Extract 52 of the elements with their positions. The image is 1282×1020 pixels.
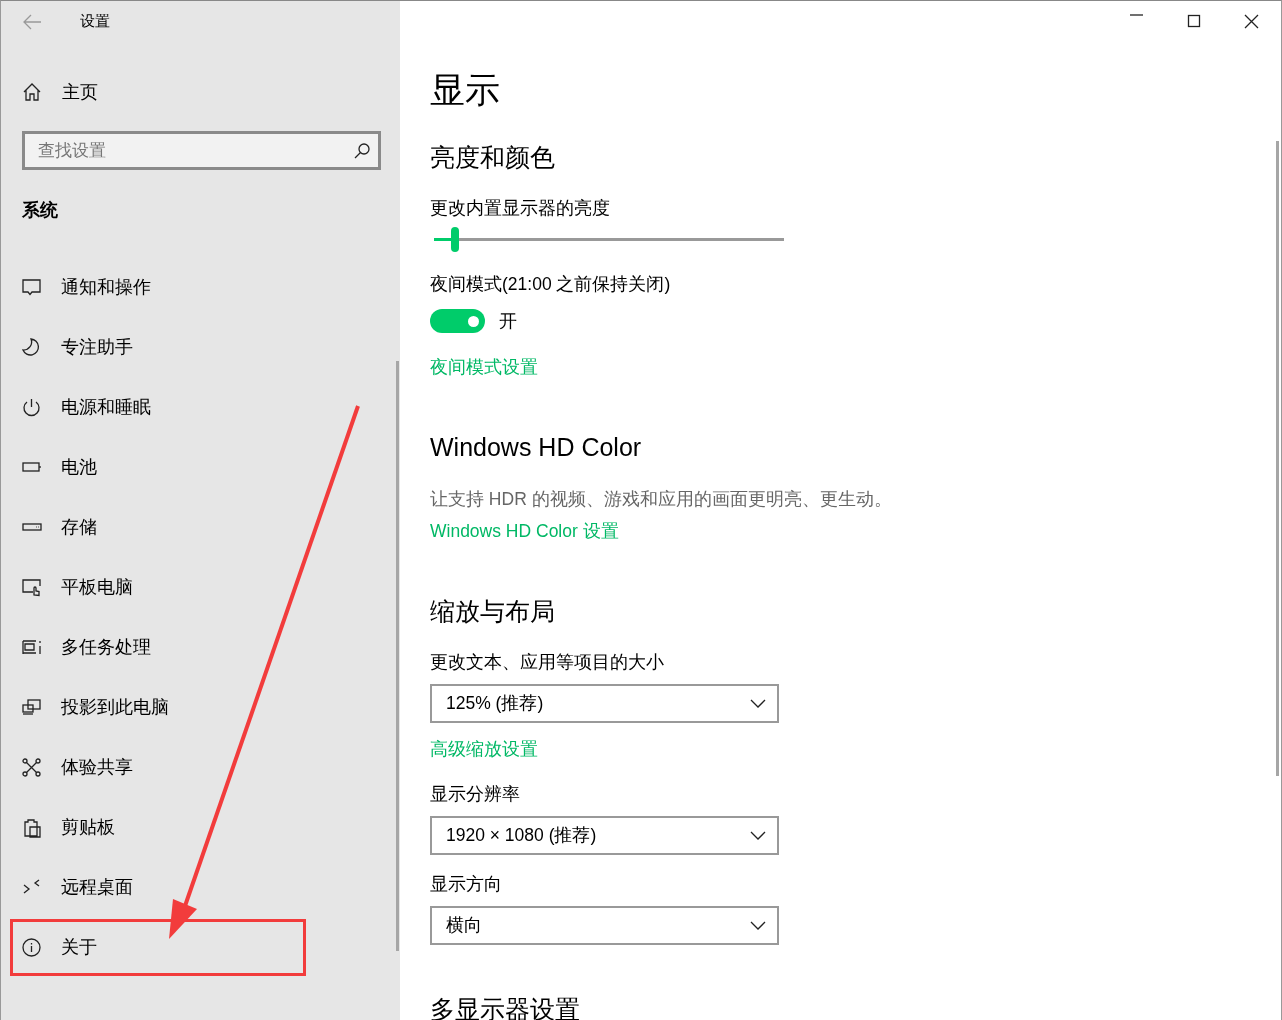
scrollbar[interactable] [396,361,399,951]
chevron-icon [750,920,766,930]
tablet-icon [21,576,42,598]
nav-item[interactable]: 远程桌面 [1,857,141,917]
nav-item[interactable]: 专注助手 [1,317,141,377]
section-heading: Windows HD Color [430,433,642,461]
page-title: 显示 [430,70,500,109]
setting-label: 显示方向 [430,873,502,896]
moon-icon [21,336,42,358]
maximize-button[interactable] [1187,14,1202,29]
nav-item[interactable]: 存储 [1,497,105,557]
scrollbar[interactable] [1276,141,1279,776]
home-icon [22,82,42,102]
screens-icon [21,696,42,718]
network-icon [21,756,42,778]
info-icon [21,936,42,958]
close-icon [1244,14,1259,29]
setting-label: 显示分辨率 [430,783,520,806]
dropdown[interactable]: 1920 × 1080 (推荐) [430,815,779,855]
toggle-state: 开 [499,310,517,333]
section-heading: 亮度和颜色 [430,143,555,171]
description: 让支持 HDR 的视频、游戏和应用的画面更明亮、更生动。 [430,488,892,511]
setting-label: 夜间模式(21:00 之前保持关闭) [430,273,671,296]
nav-item[interactable]: 关于 [1,917,105,977]
search-icon [354,143,370,159]
section-heading: 系统 [22,199,58,222]
power-icon [21,396,42,418]
window-title: 设置 [80,12,110,31]
dropdown[interactable]: 横向 [430,905,779,945]
nav-item[interactable]: 投影到此电脑 [1,677,177,737]
close-button[interactable] [1244,14,1259,29]
clipboard-icon [21,816,42,838]
dropdown[interactable]: 125% (推荐) [430,683,779,723]
minimize-icon [1130,14,1143,16]
nav-item[interactable]: 电源和睡眠 [1,377,159,437]
nav-item[interactable]: 平板电脑 [1,557,141,617]
chevron-icon [750,830,766,840]
nav-item[interactable]: 体验共享 [1,737,141,797]
setting-label: 更改文本、应用等项目的大小 [430,651,664,674]
setting-label: 更改内置显示器的亮度 [430,197,610,220]
nav-item[interactable]: 剪贴板 [1,797,123,857]
slider-thumb[interactable] [451,226,459,252]
nav-item[interactable]: 电池 [1,437,105,497]
home-item[interactable]: 主页 [1,72,400,112]
section-heading: 缩放与布局 [430,597,555,625]
toggle-switch[interactable] [430,309,485,333]
maximize-icon [1187,14,1202,29]
chevron-icon [750,698,766,708]
search-field[interactable]: 查找设置 [22,131,381,170]
nav-item[interactable]: 多任务处理 [1,617,159,677]
bubble-icon [21,276,42,298]
nav-item[interactable]: 通知和操作 [1,257,159,317]
